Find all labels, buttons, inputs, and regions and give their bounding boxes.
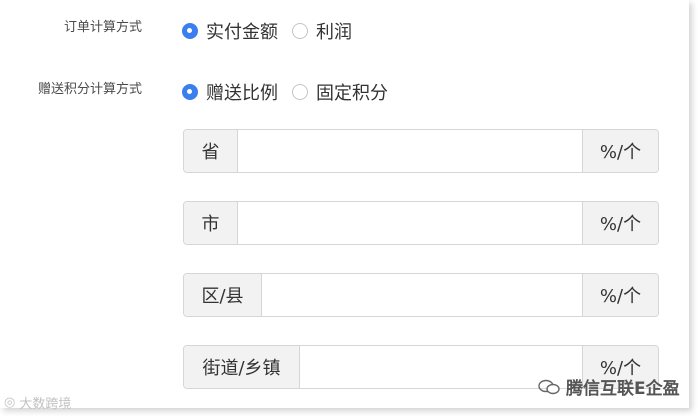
district-suffix: %/个 [582,274,658,316]
radio-label: 固定积分 [316,83,388,104]
district-prefix: 区/县 [184,274,262,316]
radio-label: 实付金额 [206,22,278,43]
province-rate-input[interactable] [238,130,582,172]
district-rate-group: 区/县 %/个 [183,273,659,317]
wechat-icon [538,379,560,394]
watermark-left-text: 大数跨境 [19,397,72,412]
order-calc-label: 订单计算方式 [63,20,142,35]
radio-label: 赠送比例 [206,83,278,104]
city-prefix: 市 [184,202,238,244]
watermark-right: 腾信互联E企盈 [538,374,680,399]
watermark-left: ◎ 大数跨境 [4,393,71,412]
province-prefix: 省 [184,130,238,172]
city-rate-group: 市 %/个 [183,201,659,245]
radio-unchecked-icon[interactable] [292,23,308,39]
radio-profit[interactable]: 利润 [292,18,352,44]
radio-checked-icon[interactable] [182,23,198,39]
street-prefix: 街道/乡镇 [184,346,300,388]
radio-unchecked-icon[interactable] [292,84,308,100]
radio-fixed-points[interactable]: 固定积分 [292,79,388,105]
settings-panel: 订单计算方式 实付金额 利润 赠送积分计算方式 赠送比例 固定积分 省 %/个 … [0,0,689,412]
province-rate-group: 省 %/个 [183,129,659,173]
order-calc-radio-group: 实付金额 利润 [182,18,366,44]
watermark-right-text: 腾信互联E企盈 [566,379,680,399]
radio-gift-ratio[interactable]: 赠送比例 [182,79,278,105]
city-suffix: %/个 [582,202,658,244]
province-suffix: %/个 [582,130,658,172]
radio-label: 利润 [316,22,352,43]
radio-paid-amount[interactable]: 实付金额 [182,18,278,44]
radio-checked-icon[interactable] [182,84,198,100]
camera-icon: ◎ [4,395,16,410]
points-calc-label: 赠送积分计算方式 [37,82,142,97]
city-rate-input[interactable] [238,202,582,244]
points-calc-radio-group: 赠送比例 固定积分 [182,79,402,105]
district-rate-input[interactable] [262,274,582,316]
